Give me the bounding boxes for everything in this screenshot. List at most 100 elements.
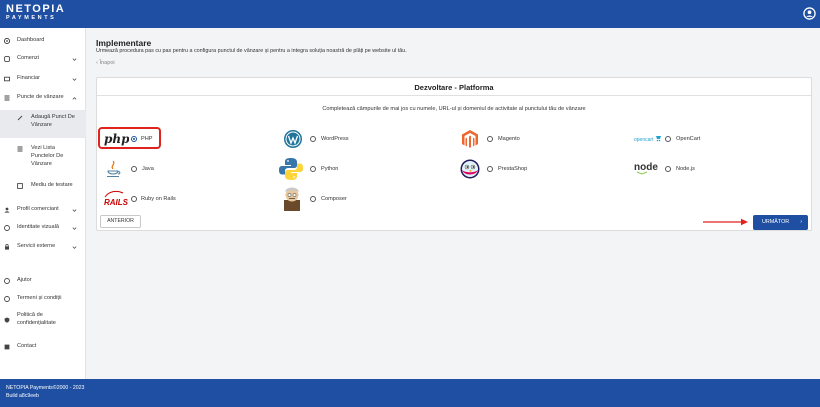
profile-icon (4, 207, 10, 213)
option-label-wordpress: WordPress (321, 136, 349, 142)
external-services-icon (5, 244, 9, 250)
help-icon (4, 278, 10, 284)
sidebar-subitem-adauga-punct[interactable]: Adaugă Punct De Vânzare (0, 110, 86, 138)
sidebar-subitem-mediu-testare[interactable]: Mediu de testare (0, 182, 86, 191)
contact-icon (4, 344, 10, 350)
opencart-logo-icon: opencart (634, 136, 661, 143)
page-title: Implementare (96, 38, 152, 48)
option-label-ruby-on-rails: Ruby on Rails (141, 196, 176, 202)
sidebar-item-servicii-externe[interactable]: Servicii externe (0, 243, 86, 252)
sidebar-item-politica[interactable]: Politică de confidențialitate (0, 312, 86, 330)
nodejs-logo-text: node (634, 162, 658, 173)
radio-python[interactable] (310, 166, 316, 172)
next-button-label: URMĂTOR (762, 219, 790, 225)
orders-icon (4, 56, 10, 62)
sidebar-item-label: Puncte de vânzare (17, 94, 64, 100)
terms-icon (4, 296, 10, 302)
sidebar-subitem-label: Adaugă Punct De (31, 114, 75, 120)
radio-ruby-on-rails[interactable] (131, 196, 137, 202)
test-env-icon (17, 183, 23, 189)
sidebar-item-dashboard[interactable]: Dashboard (0, 37, 86, 46)
radio-opencart[interactable] (665, 136, 671, 142)
sidebar-item-label: confidențialitate (17, 320, 56, 326)
sidebar-item-label: Dashboard (17, 37, 45, 43)
privacy-icon (4, 317, 10, 323)
sidebar-item-label: Politică de (17, 312, 43, 318)
python-logo-icon (279, 158, 303, 180)
option-label-opencart: OpenCart (676, 136, 701, 142)
option-composer[interactable]: Composer (281, 186, 371, 212)
chevron-down-icon (72, 246, 77, 249)
sidebar-item-financiar[interactable]: Financiar (0, 75, 86, 84)
option-php[interactable]: php PHP (103, 129, 163, 149)
radio-magento[interactable] (487, 136, 493, 142)
sidebar-item-label: Identitate vizuală (17, 224, 59, 230)
card-title: Dezvoltare - Platforma (414, 83, 494, 92)
chevron-down-icon (72, 209, 77, 212)
radio-php[interactable] (131, 136, 137, 142)
chevron-down-icon (72, 227, 77, 230)
previous-button[interactable]: ANTERIOR (100, 215, 141, 228)
radio-wordpress[interactable] (310, 136, 316, 142)
sidebar-item-profil-comerciant[interactable]: Profil comerciant (0, 206, 86, 215)
prestashop-logo-icon (460, 159, 480, 179)
rails-logo-text: RAILS (104, 198, 129, 207)
sidebar-item-label: Profil comerciant (17, 206, 59, 212)
option-nodejs[interactable]: node Node.js (634, 159, 714, 179)
option-label-java: Java (142, 166, 154, 172)
option-ruby-on-rails[interactable]: RAILS Ruby on Rails (103, 189, 193, 209)
visual-identity-icon (4, 225, 10, 231)
add-point-icon (17, 115, 23, 121)
logo-line-2: PAYMENTS (6, 15, 57, 21)
footer-copyright: NETOPIA Payments©2000 - 2023 (6, 385, 85, 391)
footer: NETOPIA Payments©2000 - 2023 Build a8c9e… (0, 379, 820, 407)
logo-line-1: NETOPIA (6, 3, 66, 15)
option-prestashop[interactable]: PrestaShop (459, 159, 549, 179)
option-opencart[interactable]: opencart OpenCart (634, 129, 714, 149)
java-logo-icon (107, 160, 121, 177)
sidebar-item-label: Comenzi (17, 55, 40, 61)
sidebar-subitem-label: Vânzare (31, 161, 52, 167)
page-description: Urmează procedura pas cu pas pentru a co… (96, 48, 407, 54)
sidebar-subitem-label: Mediu de testare (31, 182, 73, 188)
chevron-down-icon (72, 58, 77, 61)
sidebar: Dashboard Comenzi Financiar Puncte de vâ… (0, 28, 86, 379)
sidebar-item-identitate-vizuala[interactable]: Identitate vizuală (0, 224, 86, 233)
sidebar-item-ajutor[interactable]: Ajutor (0, 277, 86, 286)
php-logo-icon: php (104, 132, 129, 146)
radio-prestashop[interactable] (487, 166, 493, 172)
sidebar-item-termeni[interactable]: Termeni și condiții (0, 295, 86, 304)
option-wordpress[interactable]: WordPress (283, 129, 373, 149)
radio-java[interactable] (131, 166, 137, 172)
sidebar-item-puncte-de-vanzare[interactable]: Puncte de vânzare (0, 94, 86, 103)
sidebar-item-contact[interactable]: Contact (0, 343, 86, 352)
option-magento[interactable]: Magento (460, 129, 540, 149)
list-icon (17, 146, 23, 152)
radio-composer[interactable] (310, 196, 316, 202)
radio-nodejs[interactable] (665, 166, 671, 172)
wordpress-logo-icon (284, 130, 302, 148)
arrow-right-icon (703, 218, 748, 226)
option-python[interactable]: Python (278, 157, 368, 181)
back-link[interactable]: ‹ Înapoi (96, 60, 115, 66)
option-label-magento: Magento (498, 136, 520, 142)
sidebar-item-comenzi[interactable]: Comenzi (0, 55, 86, 64)
chevron-right-icon: › (800, 219, 802, 225)
chevron-down-icon (72, 78, 77, 81)
sidebar-item-label: Contact (17, 343, 37, 349)
nodejs-logo-icon: node (634, 162, 658, 175)
rails-logo-icon: RAILS (104, 190, 129, 207)
netopia-logo[interactable]: NETOPIA PAYMENTS (6, 4, 65, 22)
footer-build: Build a8c9eeb (6, 393, 39, 399)
composer-logo-icon (284, 187, 300, 211)
sidebar-subitem-vezi-lista[interactable]: Vezi Lista Punctelor De Vânzare (0, 141, 86, 171)
sidebar-subitem-label: Vânzare (31, 122, 52, 128)
option-label-php: PHP (141, 136, 153, 142)
php-logo-text: php (104, 132, 129, 146)
option-label-prestashop: PrestaShop (498, 166, 528, 172)
sidebar-subitem-label: Punctelor De (31, 153, 64, 159)
option-java[interactable]: Java (103, 159, 163, 179)
option-label-composer: Composer (321, 196, 347, 202)
next-button[interactable]: URMĂTOR › (753, 215, 808, 230)
account-icon[interactable] (803, 7, 816, 20)
